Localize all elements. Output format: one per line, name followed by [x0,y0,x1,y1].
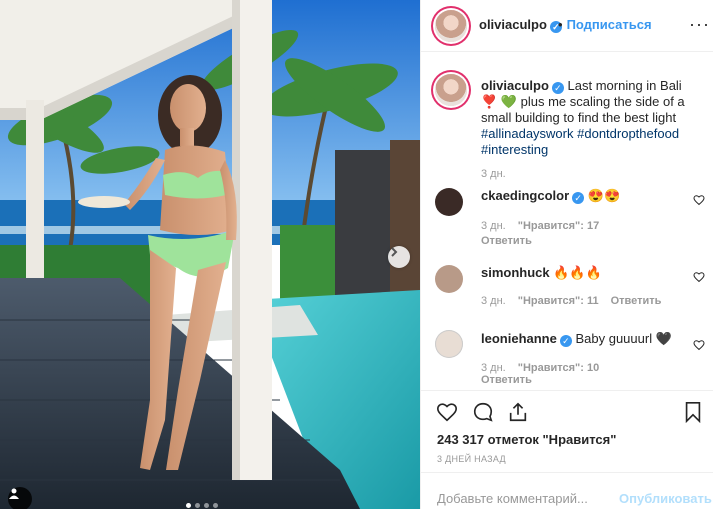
heart-icon[interactable] [693,194,705,206]
more-options-icon[interactable]: ··· [689,14,710,35]
caption-avatar[interactable] [435,74,467,106]
user-icon [9,488,19,499]
likes-count[interactable]: 243 317 отметок "Нравится" [437,432,616,447]
verified-badge-icon: ✓ [559,335,572,347]
publish-button[interactable]: Опубликовать [619,491,712,506]
comment-username[interactable]: simonhuck [481,265,550,280]
separator-dot: • [558,17,563,32]
caption-username[interactable]: oliviaculpo [481,78,549,93]
comment-text: Baby guuuurl 🖤 [575,331,672,346]
post-header: oliviaculpo ✓ • Подписаться ··· [421,0,713,52]
post-caption: oliviaculpo ✓ Last morning in Bali ❣️ 💚 p… [481,78,696,158]
comment-time: 3 дн. [481,295,506,307]
post-photo[interactable] [0,0,420,509]
verified-badge-icon: ✓ [572,192,585,204]
hashtag-link[interactable]: #allinadayswork [481,126,574,141]
follow-button[interactable]: Подписаться [567,17,652,32]
reply-button[interactable]: Ответить [611,295,662,307]
header-username[interactable]: oliviaculpo [479,17,547,32]
comment-icon[interactable] [471,401,495,423]
heart-icon[interactable] [435,401,459,423]
tagged-users-button[interactable] [8,487,32,509]
caption-text: Last morning in Bali [567,78,682,93]
heart-icon[interactable] [693,339,705,351]
comment-likes[interactable]: "Нравится": 10 [518,362,599,374]
post-details-panel: oliviaculpo ✓ • Подписаться ··· oliviaculp… [420,0,713,509]
post-actions [421,390,713,427]
comment-time: 3 дн. [481,362,506,374]
comment-likes[interactable]: "Нравится": 17 [518,220,599,232]
reply-button[interactable]: Ответить [481,235,532,247]
hashtag-link[interactable]: #dontdropthefood [577,126,679,141]
comment-username[interactable]: leoniehanne [481,331,557,346]
reply-button[interactable]: Ответить [481,374,532,386]
comment-input[interactable]: Добавьте комментарий... [437,491,588,506]
comment-text: 🔥🔥🔥 [553,265,602,280]
chevron-right-icon [391,247,398,257]
carousel-next-button[interactable] [388,246,410,268]
hashtag-link[interactable]: #interesting [481,142,548,157]
comment-text: 😍😍 [587,188,621,203]
emoji-heart-exclamation: ❣️ [481,94,498,109]
bookmark-icon[interactable] [683,401,703,423]
beach-villa-photo [0,0,420,509]
carousel-dot [186,503,191,508]
verified-badge-icon: ✓ [551,82,564,94]
post-date: 3 ДНЕЙ НАЗАД [437,454,506,464]
carousel-indicator [186,503,218,508]
add-comment-bar: Добавьте комментарий... Опубликовать [421,472,713,510]
carousel-dot [204,503,209,508]
comment-time: 3 дн. [481,220,506,232]
caption-timestamp: 3 дн. [481,168,506,180]
comment-avatar[interactable] [435,330,463,358]
emoji-green-heart: 💚 [500,94,517,109]
share-icon[interactable] [507,401,529,423]
comment-likes[interactable]: "Нравится": 11 [518,295,599,307]
heart-icon[interactable] [693,271,705,283]
avatar[interactable] [435,10,467,42]
comment-username[interactable]: ckaedingcolor [481,188,569,203]
comment-avatar[interactable] [435,188,463,216]
comment-avatar[interactable] [435,265,463,293]
carousel-dot [213,503,218,508]
carousel-dot [195,503,200,508]
